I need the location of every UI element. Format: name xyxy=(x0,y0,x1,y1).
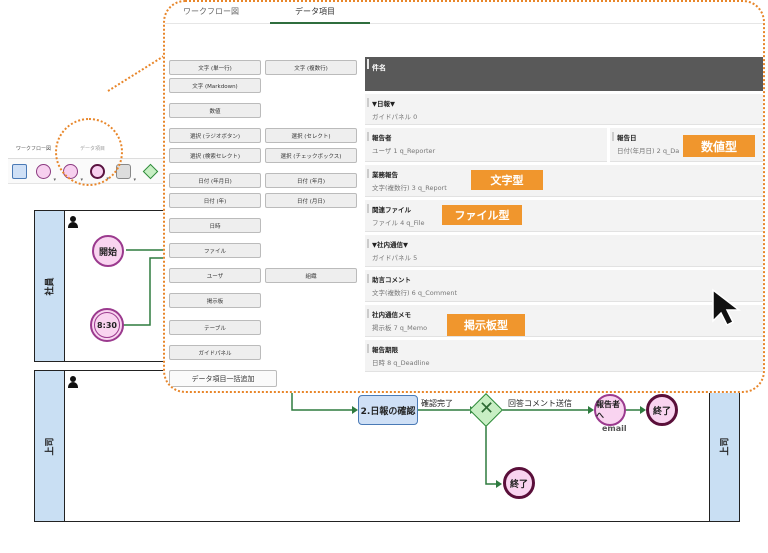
timer-icon: 8:30 xyxy=(94,312,120,338)
palette-text-multi[interactable]: 文字 (複数行) xyxy=(265,60,357,75)
field-subtext: 日時 8 q_Deadline xyxy=(372,359,430,367)
palette-board[interactable]: 掲示板 xyxy=(169,293,261,308)
tag-number-type: 数値型 xyxy=(683,135,755,157)
field-subtext: 文字(複数行) 3 q_Report xyxy=(372,184,447,192)
close-x-icon: ✕ xyxy=(479,398,495,419)
palette-date-ym[interactable]: 日付 (年月) xyxy=(265,173,357,188)
field-label: 報告者 xyxy=(372,134,392,142)
palette-date-y[interactable]: 日付 (年) xyxy=(169,193,261,208)
field-label: 報告期限 xyxy=(372,346,398,354)
palette-file[interactable]: ファイル xyxy=(169,243,261,258)
notify-label: 報告者へ xyxy=(596,400,620,420)
active-tab-indicator xyxy=(270,22,370,24)
field-guide-internal[interactable]: ▼社内通信▼ ガイドパネル 5 xyxy=(365,235,763,267)
timer-label: 8:30 xyxy=(97,320,117,330)
start-event[interactable]: 開始 xyxy=(92,235,124,267)
form-title-bar[interactable]: 件名 xyxy=(365,57,763,91)
task-label: 2.日報の確認 xyxy=(360,406,416,417)
tag-board-type: 掲示板型 xyxy=(447,314,525,336)
field-subtext: ファイル 4 q_File xyxy=(372,219,425,227)
palette-text-markdown[interactable]: 文字 (Markdown) xyxy=(169,78,261,93)
tab-workflow[interactable]: ワークフロー図 xyxy=(183,6,239,17)
zoom-callout-circle xyxy=(55,118,123,186)
palette-table[interactable]: テーブル xyxy=(169,320,261,335)
field-subtext: 掲示板 7 q_Memo xyxy=(372,324,428,332)
edge-label-confirm-done: 確認完了 xyxy=(421,398,453,409)
palette-number[interactable]: 数値 xyxy=(169,103,261,118)
notify-email-event[interactable]: 報告者へ xyxy=(594,394,626,426)
field-report-deadline[interactable]: 報告期限 日時 8 q_Deadline xyxy=(365,340,763,372)
field-subtext: ガイドパネル 0 xyxy=(372,113,418,121)
palette-select-radio[interactable]: 選択 (ラジオボタン) xyxy=(169,128,261,143)
panel-tab-bar: ワークフロー図 データ項目 xyxy=(165,2,763,24)
palette-date-md[interactable]: 日付 (月日) xyxy=(265,193,357,208)
palette-organization[interactable]: 組織 xyxy=(265,268,357,283)
email-label: email xyxy=(602,424,627,433)
palette-text-single[interactable]: 文字 (単一行) xyxy=(169,60,261,75)
tag-text-type: 文字型 xyxy=(471,170,543,190)
mouse-cursor-icon xyxy=(712,288,742,327)
tag-file-type: ファイル型 xyxy=(442,205,522,225)
field-label: 助言コメント xyxy=(372,276,411,284)
field-label: ▼社内通信▼ xyxy=(372,241,408,249)
timer-event[interactable]: 8:30 xyxy=(90,308,124,342)
field-label: ▼日報▼ xyxy=(372,100,395,108)
palette-select-checkbox[interactable]: 選択 (チェックボックス) xyxy=(265,148,357,163)
end-label: 終了 xyxy=(509,479,528,490)
end-event-1[interactable]: 終了 xyxy=(646,394,678,426)
edge-timer-out xyxy=(122,257,166,326)
field-related-file[interactable]: 関連ファイル ファイル 4 q_File xyxy=(365,200,763,232)
field-guide-daily[interactable]: ▼日報▼ ガイドパネル 0 xyxy=(365,94,763,125)
field-reporter[interactable]: 報告者 ユーザ 1 q_Reporter xyxy=(365,128,607,162)
palette-guide-panel[interactable]: ガイドパネル xyxy=(169,345,261,360)
field-work-report[interactable]: 業務報告 文字(複数行) 3 q_Report xyxy=(365,165,763,197)
palette-user[interactable]: ユーザ xyxy=(169,268,261,283)
field-label: 業務報告 xyxy=(372,171,398,179)
data-items-panel: ワークフロー図 データ項目 文字 (単一行) 文字 (複数行) 文字 (Mark… xyxy=(163,0,765,393)
field-subtext: ユーザ 1 q_Reporter xyxy=(372,147,436,155)
form-preview: 件名 ▼日報▼ ガイドパネル 0 報告者 ユーザ 1 q_Reporter 報告… xyxy=(365,57,763,391)
field-internal-memo[interactable]: 社内通信メモ 掲示板 7 q_Memo xyxy=(365,305,763,337)
field-advice-comment[interactable]: 助言コメント 文字(複数行) 6 q_Comment xyxy=(365,270,763,302)
field-label: 社内通信メモ xyxy=(372,311,411,319)
field-label: 報告日 xyxy=(617,134,637,142)
tab-data-items[interactable]: データ項目 xyxy=(295,6,335,17)
bulk-add-button[interactable]: データ項目一括追加 xyxy=(169,370,277,387)
edge-gateway-end xyxy=(485,426,496,485)
palette-select-dropdown[interactable]: 選択 (セレクト) xyxy=(265,128,357,143)
field-subtext: 日付(年月日) 2 q_Da xyxy=(617,147,680,155)
palette-datetime[interactable]: 日時 xyxy=(169,218,261,233)
field-subtext: ガイドパネル 5 xyxy=(372,254,418,262)
edge-label-comment-send: 回答コメント送信 xyxy=(508,398,572,409)
field-subtext: 文字(複数行) 6 q_Comment xyxy=(372,289,458,297)
palette-select-search[interactable]: 選択 (検索セレクト) xyxy=(169,148,261,163)
task-confirm-report[interactable]: 2.日報の確認 xyxy=(358,395,418,425)
end-event-2[interactable]: 終了 xyxy=(503,467,535,499)
start-event-label: 開始 xyxy=(98,247,117,258)
palette-date-ymd[interactable]: 日付 (年月日) xyxy=(169,173,261,188)
field-label: 関連ファイル xyxy=(372,206,411,214)
end-label: 終了 xyxy=(652,406,671,417)
arrowhead xyxy=(496,480,502,488)
edge-into-confirm xyxy=(291,392,352,411)
